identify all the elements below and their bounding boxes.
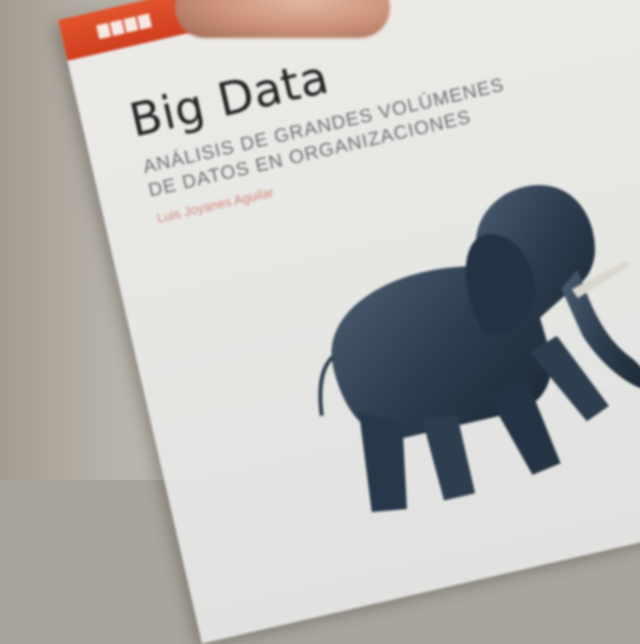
book-cover: Big Data Análisis de grandes volúmenes d… bbox=[58, 0, 640, 644]
elephant-leg bbox=[421, 415, 476, 501]
elephant-illustration bbox=[318, 185, 640, 513]
hand-fingers bbox=[175, 0, 390, 38]
publisher-logo bbox=[96, 13, 152, 40]
logo-block bbox=[137, 13, 152, 30]
photo-scene: Big Data Análisis de grandes volúmenes d… bbox=[0, 0, 640, 644]
logo-block bbox=[123, 16, 139, 33]
logo-block bbox=[96, 22, 112, 40]
logo-block bbox=[109, 19, 125, 37]
